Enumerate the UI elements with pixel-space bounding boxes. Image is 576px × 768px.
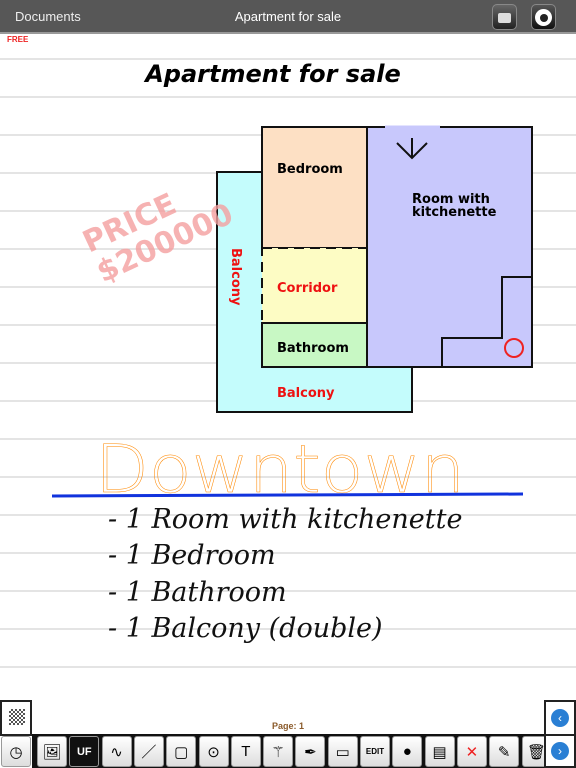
t-tool-icon[interactable]: T	[230, 736, 261, 767]
note-title: Apartment for sale	[143, 60, 401, 88]
blue-underline	[51, 492, 524, 498]
list-item: - 1 Room with kitchenette	[108, 504, 462, 535]
price-stamp: PRICE $200000	[78, 187, 239, 290]
uf-tool-icon[interactable]: UF	[69, 736, 100, 767]
clock-tool-icon[interactable]: ◷	[1, 736, 31, 767]
image-tool-icon[interactable]: 🖼	[37, 736, 67, 767]
bedroom-area	[261, 126, 368, 249]
edit-tool-icon[interactable]: EDIT	[360, 736, 390, 767]
circle-tool-icon[interactable]: ⊙	[198, 736, 229, 767]
paste-tool-icon[interactable]: ✎	[489, 736, 520, 767]
record-icon[interactable]	[531, 4, 556, 30]
note-canvas[interactable]: Apartment for sale Bedroom Room with kit…	[0, 36, 576, 700]
camera-tool-icon[interactable]: ●	[392, 736, 423, 767]
bedroom-label: Bedroom	[277, 162, 343, 177]
list-item: - 1 Balcony (double)	[108, 613, 383, 644]
page-indicator: Page: 1	[271, 721, 304, 731]
balcony-side-label: Balcony	[228, 248, 243, 306]
document-title: Apartment for sale	[234, 9, 342, 24]
balcony-bottom-label: Balcony	[277, 386, 335, 401]
top-bar: Documents Apartment for sale	[0, 0, 576, 34]
delete-background-tool-icon[interactable]: ✕	[456, 736, 487, 767]
line-tool-icon[interactable]: ／	[133, 736, 164, 767]
next-page-button[interactable]: ›	[544, 734, 576, 768]
rectangle-tool-icon[interactable]: ▢	[166, 736, 197, 767]
eraser-tool-icon[interactable]: ▭	[327, 736, 358, 767]
room-label-line2: kitchenette	[412, 205, 497, 220]
list-item: - 1 Bedroom	[108, 540, 276, 571]
list-item: - 1 Bathroom	[108, 577, 287, 608]
curve-tool-icon[interactable]: ∿	[101, 736, 132, 767]
background-tool-icon[interactable]: ▤	[424, 736, 455, 767]
room-area	[366, 126, 533, 368]
print-icon[interactable]	[492, 4, 517, 30]
floor-plan	[216, 125, 533, 413]
pen-tool-icon[interactable]: ✒	[295, 736, 326, 767]
bathroom-label: Bathroom	[277, 341, 349, 356]
wand-tool-icon[interactable]: ⚚	[263, 736, 294, 767]
corridor-label: Corridor	[277, 281, 338, 296]
